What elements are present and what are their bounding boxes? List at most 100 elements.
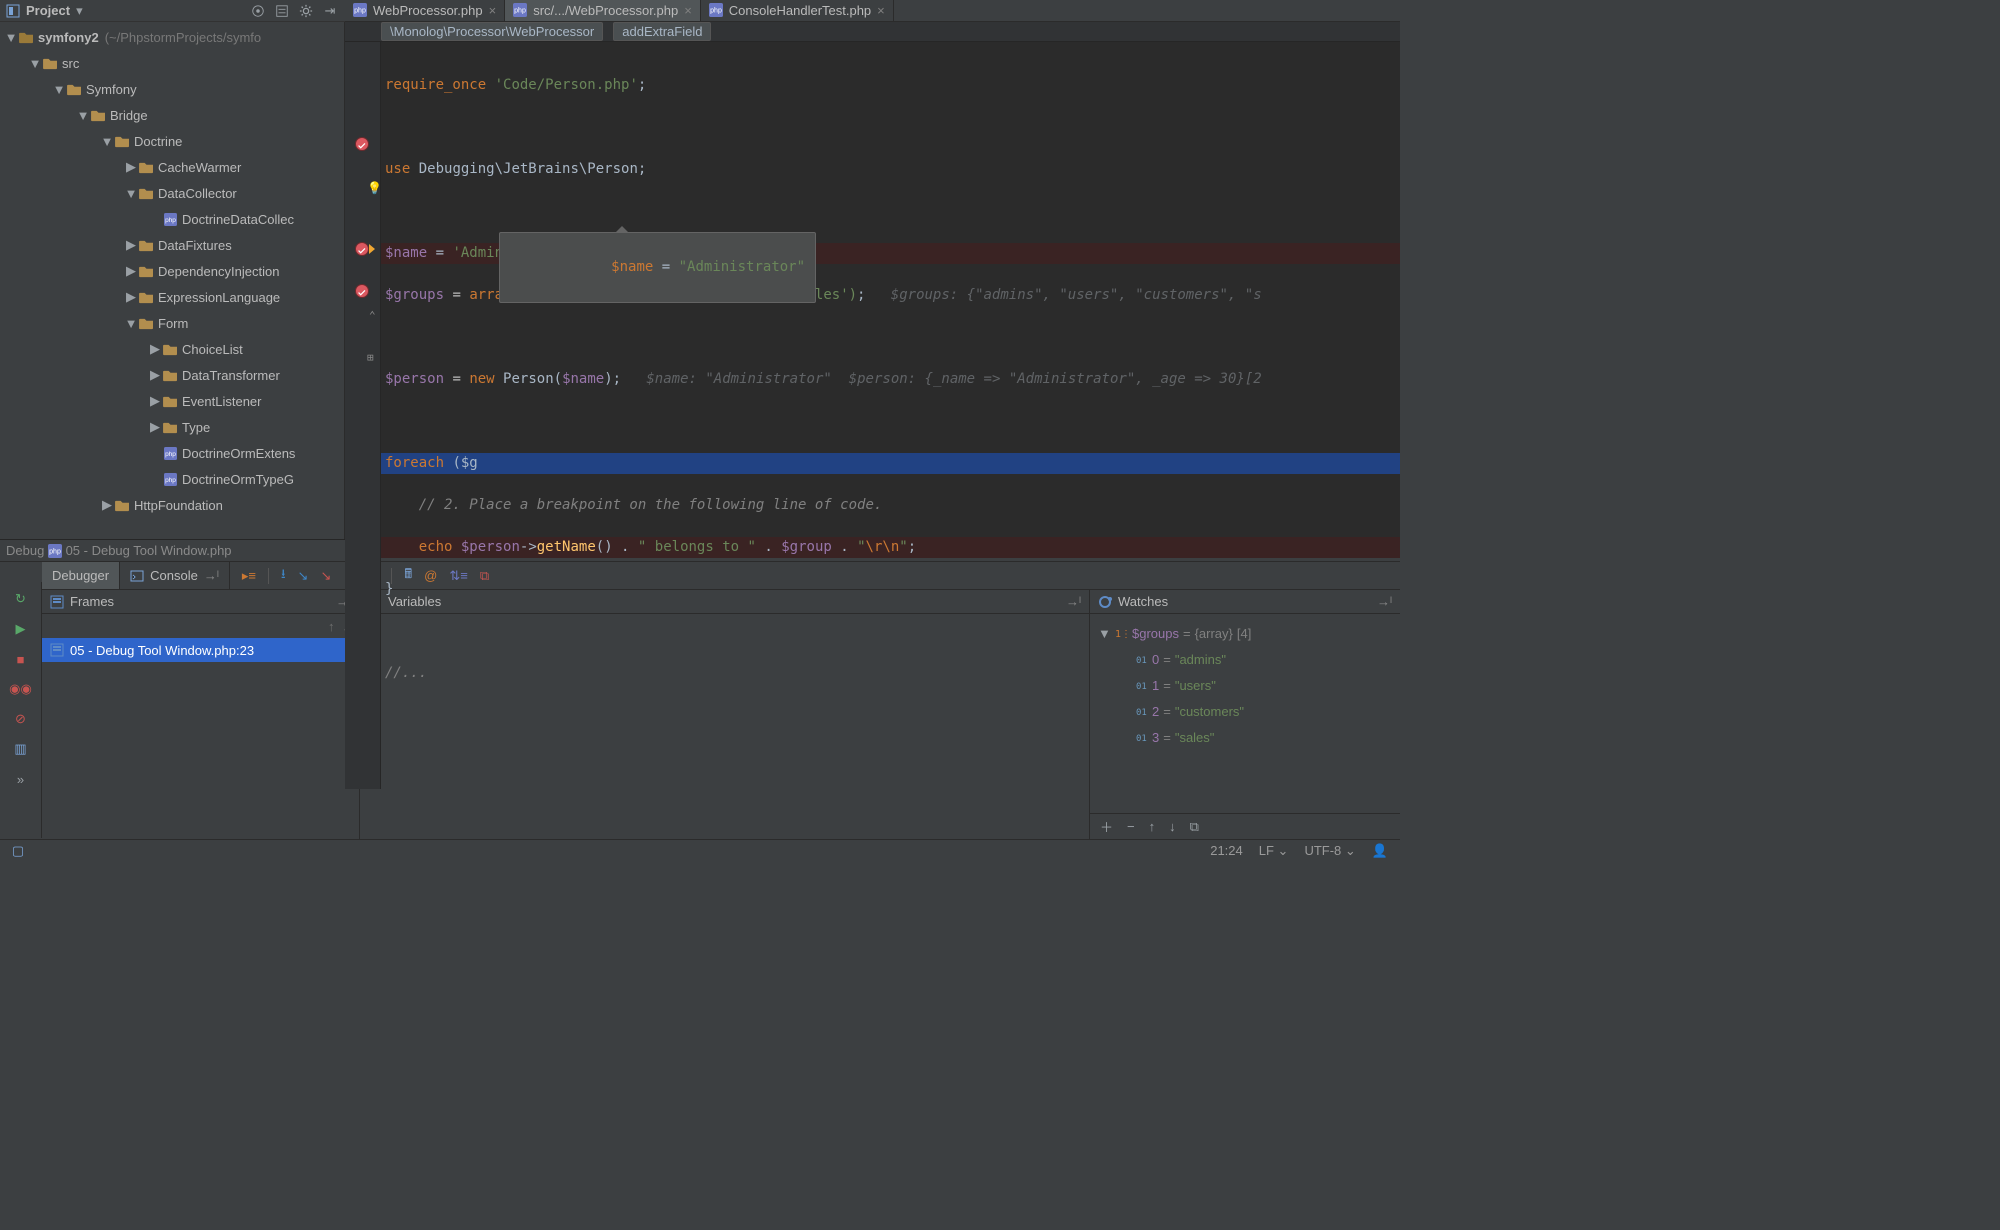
debugger-tab[interactable]: Debugger xyxy=(42,562,120,589)
add-watch-icon[interactable]: ＋ xyxy=(1100,817,1113,836)
file-encoding[interactable]: UTF-8 ⌄ xyxy=(1304,843,1355,859)
twisty-icon[interactable]: ▶ xyxy=(124,289,138,305)
breadcrumb: \Monolog\Processor\WebProcessor addExtra… xyxy=(345,22,1400,42)
twisty-icon[interactable]: ▶ xyxy=(148,367,162,383)
frame-row-current[interactable]: 05 - Debug Tool Window.php:23 xyxy=(42,638,359,662)
twisty-icon[interactable]: ▶ xyxy=(148,341,162,357)
remove-watch-icon[interactable]: − xyxy=(1127,819,1135,834)
twisty-icon[interactable]: ▶ xyxy=(124,159,138,175)
show-execution-point-icon[interactable]: ▸≡ xyxy=(242,568,256,584)
force-step-into-icon[interactable]: ↘ xyxy=(320,568,331,584)
folder-icon xyxy=(162,419,178,435)
console-tab[interactable]: Console →ˡ xyxy=(120,562,230,589)
tree-item-label: DependencyInjection xyxy=(158,264,279,279)
tree-item[interactable]: ▼src xyxy=(0,50,344,76)
tree-item[interactable]: ▶ CacheWarmer xyxy=(0,154,344,180)
tab-consolehandlertest[interactable]: ConsoleHandlerTest.php × xyxy=(701,0,894,21)
intention-bulb-icon[interactable]: 💡 xyxy=(367,178,382,199)
collapse-all-icon[interactable] xyxy=(275,4,289,18)
project-hide-icon[interactable]: ⇥ xyxy=(323,4,337,18)
twisty-icon[interactable]: ▶ xyxy=(148,393,162,409)
project-view-label[interactable]: Project xyxy=(26,3,70,18)
mute-breakpoints-icon[interactable]: ⊘ xyxy=(12,710,30,728)
tree-item[interactable]: ▶ DependencyInjection xyxy=(0,258,344,284)
twisty-icon[interactable]: ▼ xyxy=(4,30,18,45)
duplicate-watch-icon[interactable]: ⧉ xyxy=(1190,819,1199,835)
tree-item[interactable]: ▶DataFixtures xyxy=(0,232,344,258)
php-file-icon xyxy=(162,445,178,461)
tree-item[interactable]: DoctrineOrmExtens xyxy=(0,440,344,466)
line-separator[interactable]: LF ⌄ xyxy=(1259,843,1289,859)
tab-src-webprocessor[interactable]: src/.../WebProcessor.php × xyxy=(505,0,701,21)
twisty-icon[interactable]: ▶ xyxy=(124,237,138,253)
folder-icon xyxy=(138,315,154,331)
tree-item[interactable]: ▶ExpressionLanguage xyxy=(0,284,344,310)
console-open-icon[interactable]: →ˡ xyxy=(204,568,219,583)
debug-session-name: 05 - Debug Tool Window.php xyxy=(66,543,232,558)
twisty-icon[interactable]: ▼ xyxy=(28,56,42,71)
tool-window-toggle-icon[interactable]: ▢ xyxy=(12,843,24,859)
frame-prev-icon[interactable]: ↑ xyxy=(328,619,335,634)
folder-icon xyxy=(138,289,154,305)
stop-icon[interactable]: ■ xyxy=(12,650,30,668)
twisty-icon[interactable]: ▼ xyxy=(124,316,138,331)
view-breakpoints-icon[interactable]: ◉◉ xyxy=(12,680,30,698)
project-view-icon xyxy=(6,4,20,18)
inspections-indicator-icon[interactable]: 👤 xyxy=(1372,843,1388,859)
breadcrumb-item[interactable]: \Monolog\Processor\WebProcessor xyxy=(381,22,603,41)
more-icon[interactable]: » xyxy=(12,770,30,788)
fold-expand-icon[interactable]: ⊞ xyxy=(367,347,374,368)
twisty-icon[interactable]: ▶ xyxy=(148,419,162,435)
tree-item-label: DataTransformer xyxy=(182,368,280,383)
twisty-icon[interactable]: ▼ xyxy=(100,134,114,149)
tree-item[interactable]: DoctrineOrmTypeG xyxy=(0,466,344,492)
fold-end-icon[interactable]: ⌃ xyxy=(369,305,376,326)
breakpoint-icon[interactable] xyxy=(355,284,369,298)
twisty-icon[interactable]: ▼ xyxy=(52,82,66,97)
tree-item[interactable]: ▼symfony2(~/PhpstormProjects/symfo xyxy=(0,24,344,50)
close-icon[interactable]: × xyxy=(684,3,692,18)
twisty-icon[interactable]: ▼ xyxy=(76,108,90,123)
watch-up-icon[interactable]: ↑ xyxy=(1149,819,1156,834)
twisty-icon[interactable]: ▶ xyxy=(124,263,138,279)
folder-icon xyxy=(90,107,106,123)
twisty-icon[interactable]: ▶ xyxy=(100,497,114,513)
tree-item[interactable]: ▼Doctrine xyxy=(0,128,344,154)
breakpoint-icon[interactable] xyxy=(355,137,369,151)
tree-item[interactable]: ▶ChoiceList xyxy=(0,336,344,362)
caret-position[interactable]: 21:24 xyxy=(1210,843,1243,859)
folder-icon xyxy=(162,367,178,383)
twisty-icon[interactable]: ▼ xyxy=(124,186,138,201)
close-icon[interactable]: × xyxy=(877,3,885,18)
locate-icon[interactable] xyxy=(251,4,265,18)
watch-down-icon[interactable]: ↓ xyxy=(1169,819,1176,834)
tree-item[interactable]: ▶Type xyxy=(0,414,344,440)
tree-item[interactable]: ▼Form xyxy=(0,310,344,336)
tree-item-label: Bridge xyxy=(110,108,148,123)
tree-item[interactable]: ▶ DataTransformer xyxy=(0,362,344,388)
step-into-icon[interactable]: ↘ xyxy=(298,568,309,584)
tree-item[interactable]: ▼ Symfony xyxy=(0,76,344,102)
breakpoint-icon[interactable] xyxy=(355,242,369,256)
breadcrumb-item[interactable]: addExtraField xyxy=(613,22,711,41)
tree-item[interactable]: ▶EventListener xyxy=(0,388,344,414)
watches-toolbar: ＋ − ↑ ↓ ⧉ xyxy=(1090,813,1400,839)
tree-item-label: CacheWarmer xyxy=(158,160,241,175)
rerun-icon[interactable]: ↻ xyxy=(12,590,30,608)
tree-item[interactable]: ▼ Bridge xyxy=(0,102,344,128)
resume-icon[interactable]: ▶ xyxy=(12,620,30,638)
project-gear-icon[interactable] xyxy=(299,4,313,18)
tree-item[interactable]: ▼DataCollector xyxy=(0,180,344,206)
project-view-dropdown-icon[interactable]: ▾ xyxy=(76,3,83,19)
tree-item[interactable]: DoctrineDataCollec xyxy=(0,206,344,232)
close-icon[interactable]: × xyxy=(489,3,497,18)
tree-item-label: Symfony xyxy=(86,82,137,97)
layout-icon[interactable]: ▥ xyxy=(12,740,30,758)
step-over-icon[interactable]: ⭳ xyxy=(281,565,286,587)
code-editor[interactable]: 💡 ⌃ ⊞ require_once 'Code/Person.php'; us… xyxy=(345,42,1400,789)
frames-pane: Frames →ˡ ↑ ↓ 05 - Debug Tool Window.php… xyxy=(42,590,360,839)
tab-webprocessor[interactable]: WebProcessor.php × xyxy=(345,0,505,21)
tree-item[interactable]: ▶HttpFoundation xyxy=(0,492,344,518)
gutter[interactable]: 💡 ⌃ ⊞ xyxy=(345,42,381,789)
project-tree[interactable]: ▼symfony2(~/PhpstormProjects/symfo▼src▼S… xyxy=(0,22,345,539)
